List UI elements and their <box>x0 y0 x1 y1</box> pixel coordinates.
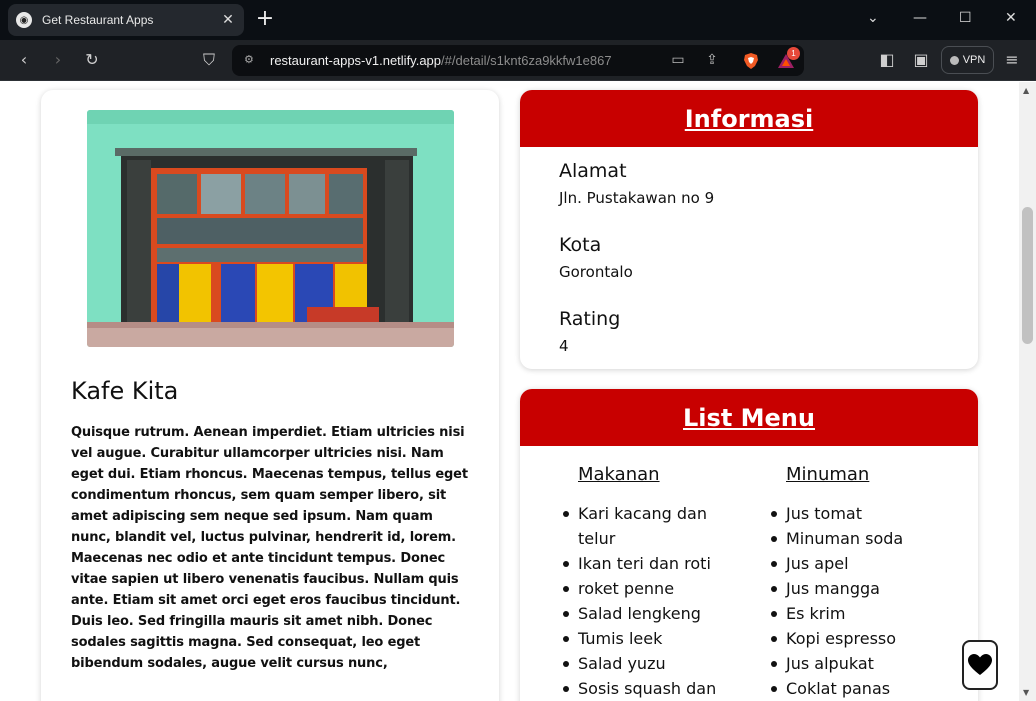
food-item: Salad lengkeng <box>563 601 728 626</box>
new-tab-button[interactable]: + <box>254 8 276 30</box>
tab-search-chevron-icon[interactable]: ⌄ <box>867 10 879 26</box>
foods-list: Kari kacang dan telur Ikan teri dan roti… <box>563 501 728 701</box>
wallet-icon[interactable]: ▣ <box>911 50 931 70</box>
food-item: Salad yuzu <box>563 651 728 676</box>
drink-item: Minuman soda <box>771 526 956 551</box>
url-text[interactable]: restaurant-apps-v1.netlify.app/#/detail/… <box>270 53 612 68</box>
drink-item: Coklat panas <box>771 676 956 701</box>
close-window-button[interactable]: ✕ <box>1005 10 1017 26</box>
address-value: Jln. Pustakawan no 9 <box>559 189 715 207</box>
vpn-button[interactable]: VPN <box>941 46 994 74</box>
tab-title: Get Restaurant Apps <box>42 13 154 27</box>
food-item: Ikan teri dan roti <box>563 551 728 576</box>
cast-icon[interactable]: ▭ <box>669 52 687 68</box>
menu-title: List Menu <box>683 403 815 432</box>
vpn-label: VPN <box>962 54 986 66</box>
browser-tab-bar: ◉ Get Restaurant Apps ✕ + ⌄ — ☐ ✕ <box>0 0 1036 40</box>
reload-icon[interactable]: ↻ <box>82 50 102 70</box>
info-card: Informasi Alamat Jln. Pustakawan no 9 Ko… <box>520 90 978 369</box>
browser-toolbar: ‹ › ↻ ⛉ ⚙ restaurant-apps-v1.netlify.app… <box>0 40 1036 81</box>
drinks-title: Minuman <box>786 464 870 485</box>
address-bar[interactable]: ⚙ restaurant-apps-v1.netlify.app/#/detai… <box>232 45 804 76</box>
address-label: Alamat <box>559 160 627 182</box>
page-scrollbar[interactable]: ▲ ▼ <box>1019 82 1036 701</box>
tab-close-icon[interactable]: ✕ <box>220 12 236 28</box>
drink-item: Jus alpukat <box>771 651 956 676</box>
food-item: Tumis leek <box>563 626 728 651</box>
page-viewport: Kafe Kita Quisque rutrum. Aenean imperdi… <box>0 82 1036 701</box>
drink-item: Jus mangga <box>771 576 956 601</box>
restaurant-image <box>87 110 454 347</box>
city-value: Gorontalo <box>559 263 633 281</box>
maximize-button[interactable]: ☐ <box>959 10 972 26</box>
sidebar-icon[interactable]: ◧ <box>877 50 897 70</box>
restaurant-favicon-icon: ◉ <box>16 12 32 28</box>
scroll-down-arrow-icon[interactable]: ▼ <box>1023 688 1029 697</box>
drink-item: Jus tomat <box>771 501 956 526</box>
forward-icon[interactable]: › <box>48 50 68 70</box>
vpn-status-icon <box>949 55 959 65</box>
drink-item: Es krim <box>771 601 956 626</box>
drink-item: Kopi espresso <box>771 626 956 651</box>
menu-icon[interactable]: ≡ <box>1002 50 1022 70</box>
food-item: roket penne <box>563 576 728 601</box>
food-item: Sosis squash dan <box>563 676 728 701</box>
info-header: Informasi <box>520 90 978 147</box>
menu-card: List Menu Makanan Minuman Kari kacang da… <box>520 389 978 701</box>
restaurant-description: Quisque rutrum. Aenean imperdiet. Etiam … <box>71 425 468 671</box>
minimize-button[interactable]: — <box>913 10 927 26</box>
scroll-up-arrow-icon[interactable]: ▲ <box>1023 86 1029 95</box>
browser-tab[interactable]: ◉ Get Restaurant Apps ✕ <box>8 4 244 36</box>
food-item: Kari kacang dan telur <box>563 501 728 551</box>
brave-shields-icon[interactable] <box>742 52 760 70</box>
favorite-button[interactable] <box>962 640 998 690</box>
url-host: restaurant-apps-v1.netlify.app <box>270 53 442 68</box>
drinks-list: Jus tomat Minuman soda Jus apel Jus mang… <box>771 501 956 701</box>
city-label: Kota <box>559 234 602 256</box>
bookmark-icon[interactable]: ⛉ <box>199 50 219 70</box>
share-icon[interactable]: ⇪ <box>703 52 721 68</box>
scroll-thumb[interactable] <box>1022 207 1033 344</box>
heart-icon <box>968 654 992 675</box>
foods-title: Makanan <box>578 464 660 485</box>
back-icon[interactable]: ‹ <box>14 50 34 70</box>
site-info-icon[interactable]: ⚙ <box>244 53 258 67</box>
restaurant-detail-card: Kafe Kita Quisque rutrum. Aenean imperdi… <box>41 90 499 701</box>
rewards-badge: 1 <box>787 47 800 60</box>
info-title: Informasi <box>684 104 814 133</box>
menu-header: List Menu <box>520 389 978 446</box>
restaurant-name: Kafe Kita <box>71 377 179 405</box>
drink-item: Jus apel <box>771 551 956 576</box>
rating-label: Rating <box>559 308 621 330</box>
url-path: /#/detail/s1knt6za9kkfw1e867 <box>441 53 612 68</box>
rating-value: 4 <box>559 337 569 355</box>
